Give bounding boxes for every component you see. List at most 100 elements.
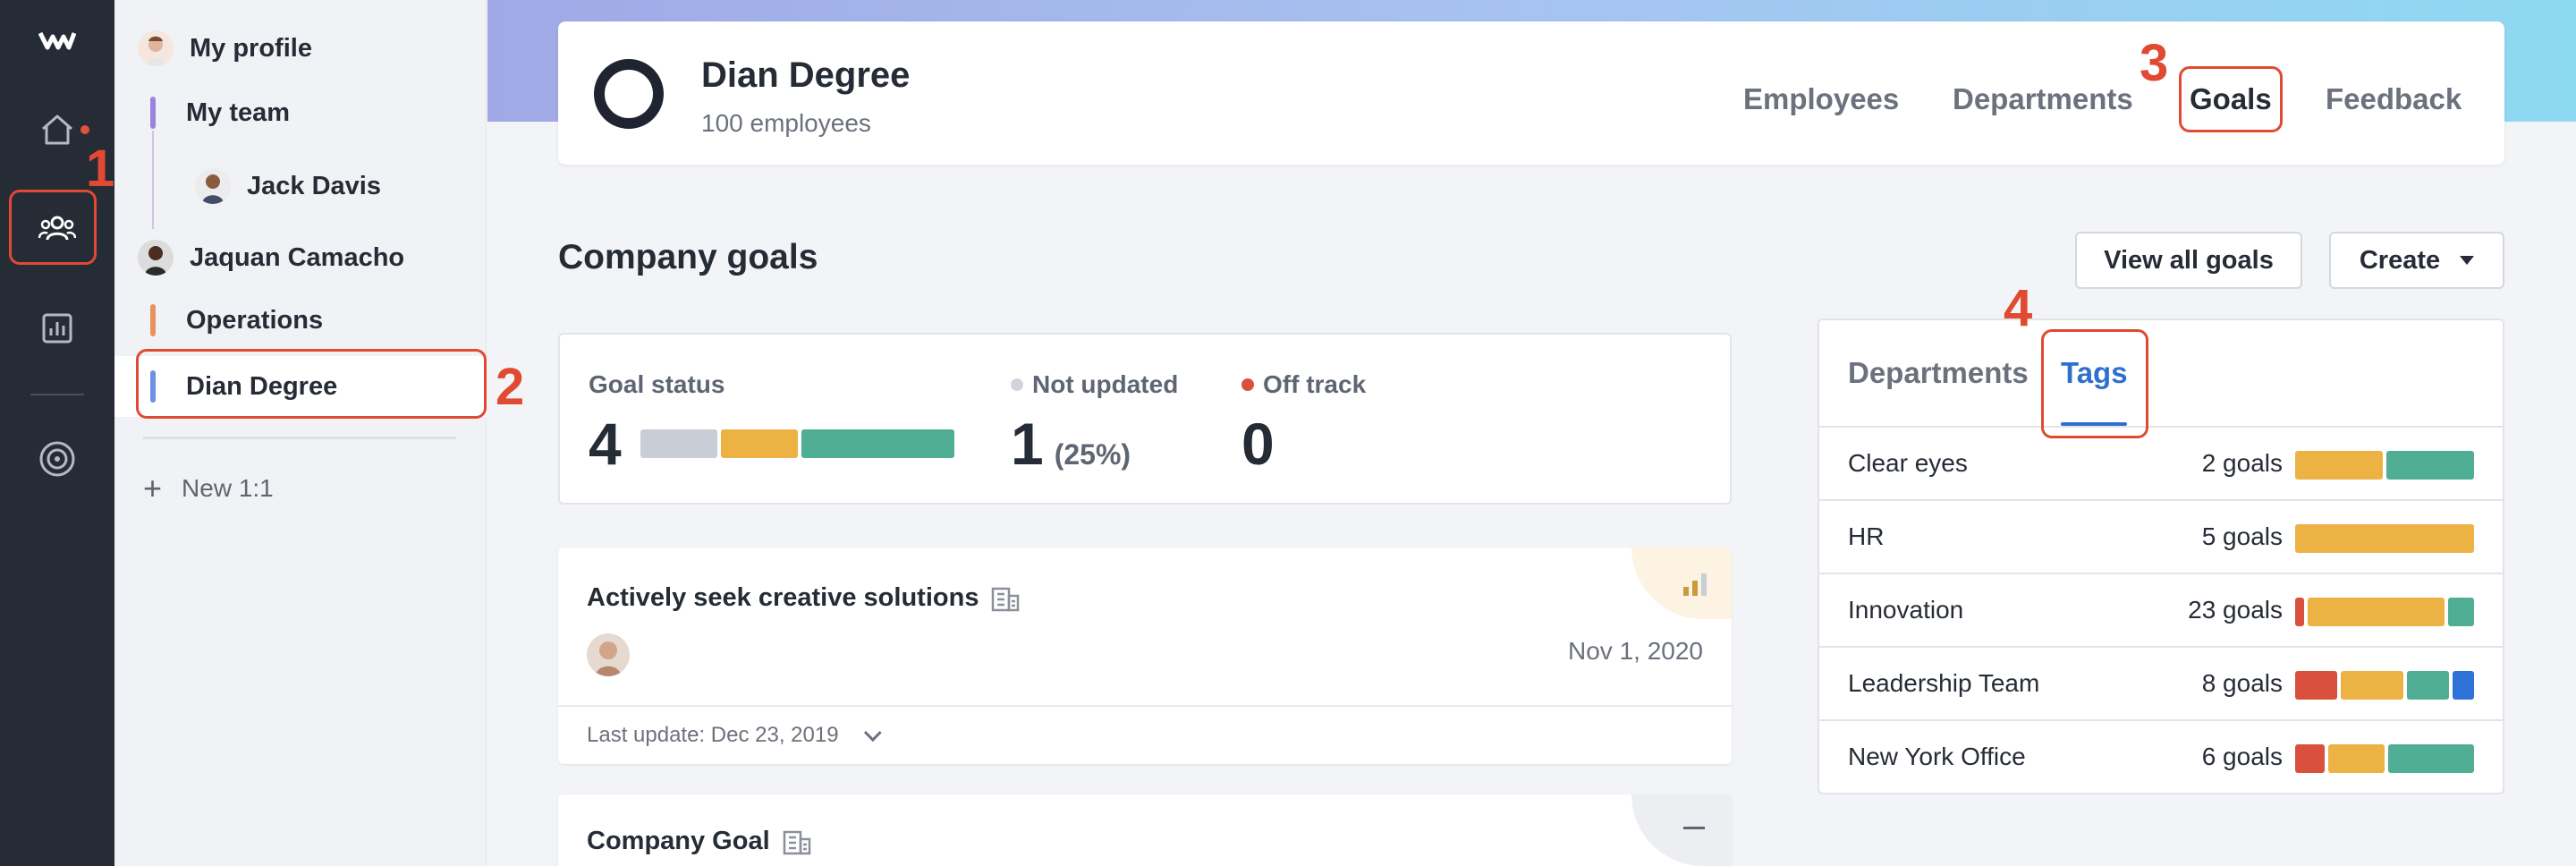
org-employee-count: 100 employees xyxy=(701,109,871,137)
sidebar-item-operations[interactable]: Operations xyxy=(186,306,323,335)
logo-icon[interactable] xyxy=(0,23,114,59)
avatar xyxy=(138,30,174,66)
chevron-down-icon xyxy=(863,724,882,743)
annotation-number-2: 2 xyxy=(496,358,525,416)
target-icon[interactable] xyxy=(0,438,114,480)
page-title: Company goals xyxy=(558,238,818,276)
annotation-number-4: 4 xyxy=(2004,279,2033,337)
tag-name: New York Office xyxy=(1848,743,2026,770)
annotation-box-2 xyxy=(136,349,487,419)
new-one-on-one-label: New 1:1 xyxy=(182,474,274,502)
tag-row[interactable]: Innovation 23 goals xyxy=(1819,573,2503,646)
not-updated-percent: (25%) xyxy=(1054,438,1131,471)
tag-status-bar xyxy=(2295,524,2474,553)
chart-icon[interactable] xyxy=(0,308,114,349)
goal-title-text: Actively seek creative solutions xyxy=(587,583,979,612)
create-button[interactable]: Create xyxy=(2329,232,2504,289)
sidebar-item-label: Jaquan Camacho xyxy=(190,242,405,272)
building-icon xyxy=(783,830,810,854)
team-color-bar xyxy=(150,97,156,129)
goal-status-label: Goal status xyxy=(589,370,725,398)
avatar xyxy=(195,168,231,204)
annotation-box-3 xyxy=(2179,66,2283,132)
tag-row[interactable]: HR 5 goals xyxy=(1819,499,2503,573)
not-updated-number: 1 xyxy=(1011,411,1044,477)
tab-departments[interactable]: Departments xyxy=(1953,82,2133,116)
tag-bar-segment-red xyxy=(2295,671,2337,700)
annotation-number-3: 3 xyxy=(2140,34,2169,92)
goal-due-date: Nov 1, 2020 xyxy=(1568,637,1703,665)
new-one-on-one-button[interactable]: + New 1:1 xyxy=(143,472,274,505)
off-track-value: 0 xyxy=(1241,411,1275,477)
red-dot-icon xyxy=(1241,378,1254,391)
tree-line xyxy=(152,131,154,229)
sidebar-item-my-team[interactable]: My team xyxy=(186,98,290,128)
tag-bar-segment-green xyxy=(2388,744,2474,773)
tag-status-bar xyxy=(2295,744,2474,773)
goal-title[interactable]: Company Goal xyxy=(587,827,811,856)
goals-by-tag-panel: Departments Tags Clear eyes 2 goals HR 5… xyxy=(1818,318,2504,794)
tag-bar-segment-yellow xyxy=(2307,598,2445,626)
caret-down-icon xyxy=(2460,256,2475,265)
tab-feedback[interactable]: Feedback xyxy=(2326,82,2462,116)
sidebar-item-jaquan-camacho[interactable]: Jaquan Camacho xyxy=(138,240,404,276)
minus-icon xyxy=(1683,827,1705,829)
sidebar-item-jack-davis[interactable]: Jack Davis xyxy=(195,168,381,204)
tag-bar-segment-yellow xyxy=(2328,744,2385,773)
goal-last-update: Last update: Dec 23, 2019 xyxy=(587,723,839,747)
tag-bar-segment-green xyxy=(2407,671,2449,700)
status-bar-segment-on-track xyxy=(801,429,954,458)
view-all-goals-button[interactable]: View all goals xyxy=(2075,232,2302,289)
tag-goal-count: 8 goals xyxy=(2201,669,2283,697)
off-track-label: Off track xyxy=(1241,370,1366,399)
tag-status-bar xyxy=(2295,671,2474,700)
avatar xyxy=(138,240,174,276)
tag-goal-count: 2 goals xyxy=(2201,449,2283,477)
sidebar-item-label: Operations xyxy=(186,306,324,335)
sidebar-item-my-profile[interactable]: My profile xyxy=(138,30,312,66)
tag-bar-segment-green xyxy=(2386,451,2474,480)
sidebar-item-label: My profile xyxy=(190,33,312,63)
off-track-text: Off track xyxy=(1263,370,1367,398)
goal-last-update-toggle[interactable]: Last update: Dec 23, 2019 xyxy=(558,705,1732,764)
not-updated-text: Not updated xyxy=(1032,370,1179,398)
tag-goal-count: 23 goals xyxy=(2188,596,2283,624)
org-logo-icon xyxy=(594,59,664,129)
gray-dot-icon xyxy=(1011,378,1023,391)
notification-dot xyxy=(80,125,89,134)
goal-title-text: Company Goal xyxy=(587,827,770,855)
goal-corner xyxy=(1631,794,1732,866)
operations-color-bar xyxy=(150,304,156,336)
tag-bar-segment-yellow xyxy=(2295,524,2474,553)
goal-corner xyxy=(1631,548,1732,619)
sidebar-item-label: My team xyxy=(186,98,291,127)
not-updated-value: 1 (25%) xyxy=(1011,410,1131,478)
tag-bar-segment-red xyxy=(2295,598,2304,626)
progress-bars-icon xyxy=(1683,573,1707,596)
sidebar-divider xyxy=(143,437,456,439)
tag-row[interactable]: New York Office 6 goals xyxy=(1819,719,2503,793)
goal-status-bar xyxy=(640,429,954,458)
building-icon xyxy=(992,587,1020,611)
annotation-box-4 xyxy=(2041,329,2148,438)
not-updated-label: Not updated xyxy=(1011,370,1178,399)
goal-title[interactable]: Actively seek creative solutions xyxy=(587,583,1020,613)
tag-status-bar xyxy=(2295,598,2474,626)
status-bar-segment-at-risk xyxy=(721,429,798,458)
rail-divider xyxy=(30,394,84,395)
tag-row[interactable]: Clear eyes 2 goals xyxy=(1819,426,2503,499)
goal-card[interactable]: Actively seek creative solutions Nov 1, … xyxy=(558,548,1732,764)
avatar xyxy=(587,633,630,676)
tag-name: Leadership Team xyxy=(1848,669,2040,697)
tag-goal-count: 6 goals xyxy=(2201,743,2283,770)
tab-departments-breakdown[interactable]: Departments xyxy=(1848,356,2029,390)
plus-icon: + xyxy=(143,470,163,506)
goal-status-value: 4 xyxy=(589,411,622,477)
annotation-box-1 xyxy=(9,190,97,265)
goal-card[interactable]: Company Goal xyxy=(558,794,1732,866)
org-name: Dian Degree xyxy=(701,55,911,95)
tag-row[interactable]: Leadership Team 8 goals xyxy=(1819,646,2503,719)
tag-name: HR xyxy=(1848,522,1885,550)
tab-employees[interactable]: Employees xyxy=(1743,82,1899,116)
tag-bar-segment-red xyxy=(2295,744,2325,773)
